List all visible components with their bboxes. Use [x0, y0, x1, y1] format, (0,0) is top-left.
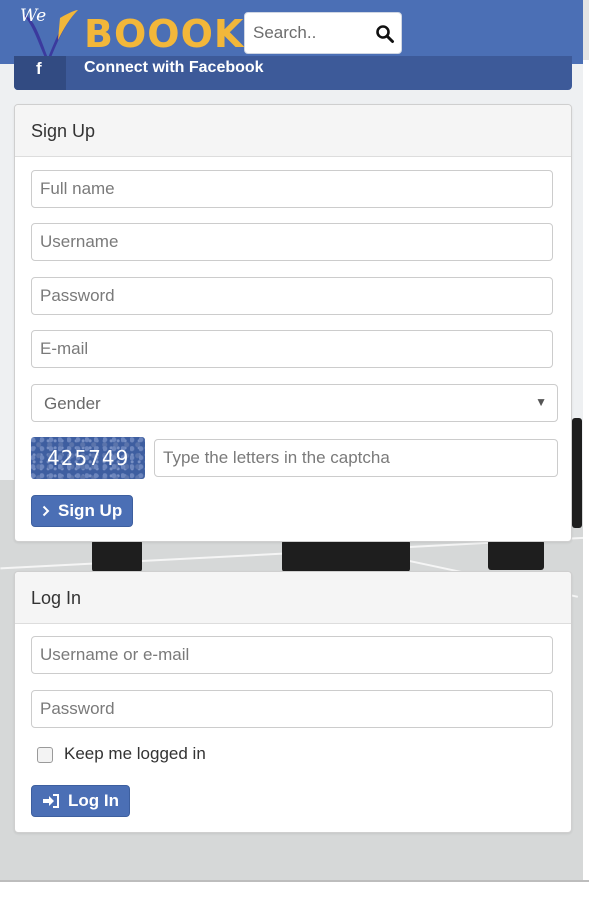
password-input[interactable] [31, 277, 553, 315]
facebook-icon-glyph: f [36, 59, 42, 78]
site-header: We BOOOK [0, 0, 583, 64]
login-panel-heading: Log In [15, 572, 571, 624]
person-silhouette [282, 540, 410, 572]
facebook-icon: f [14, 56, 66, 90]
login-title: Log In [31, 588, 82, 608]
person-silhouette [92, 540, 142, 572]
background-edge [583, 60, 589, 880]
site-logo[interactable]: We BOOOK [16, 4, 243, 60]
username-input[interactable] [31, 223, 553, 261]
person-silhouette [572, 418, 582, 528]
keep-logged-in-checkbox[interactable] [37, 747, 53, 763]
sign-in-icon [42, 794, 60, 808]
login-username-input[interactable] [31, 636, 553, 674]
gender-select[interactable]: Gender ▼ [31, 384, 558, 422]
signup-title: Sign Up [31, 121, 96, 141]
search-input[interactable] [253, 21, 365, 45]
gender-select-value: Gender [44, 394, 101, 413]
facebook-connect-label: Connect with Facebook [84, 59, 264, 76]
captcha-code: 425749 [47, 446, 130, 470]
logo-we-text: We [20, 6, 47, 26]
signup-panel-heading: Sign Up [15, 105, 571, 157]
background-bottom-strip [0, 880, 589, 900]
facebook-connect-button[interactable]: f Connect with Facebook [14, 56, 572, 90]
full-name-input[interactable] [31, 170, 553, 208]
signup-button[interactable]: Sign Up [31, 495, 134, 527]
chevron-down-icon: ▼ [535, 395, 547, 409]
search-icon[interactable] [375, 24, 395, 44]
search-box [244, 12, 402, 54]
signup-button-label: Sign Up [58, 501, 123, 520]
login-button-label: Log In [68, 791, 119, 810]
captcha-image: 425749 [31, 437, 145, 479]
captcha-input[interactable] [154, 439, 558, 477]
signup-panel: Sign Up Gender ▼ 425749 Sign Up [14, 104, 572, 542]
login-button[interactable]: Log In [31, 785, 130, 817]
email-input[interactable] [31, 330, 553, 368]
keep-logged-in-label[interactable]: Keep me logged in [64, 744, 206, 764]
chevron-right-icon [42, 505, 50, 517]
logo-book-text: BOOOK [84, 12, 245, 56]
login-panel: Log In Keep me logged in Log In [14, 571, 572, 833]
person-silhouette [488, 540, 544, 570]
login-password-input[interactable] [31, 690, 553, 728]
